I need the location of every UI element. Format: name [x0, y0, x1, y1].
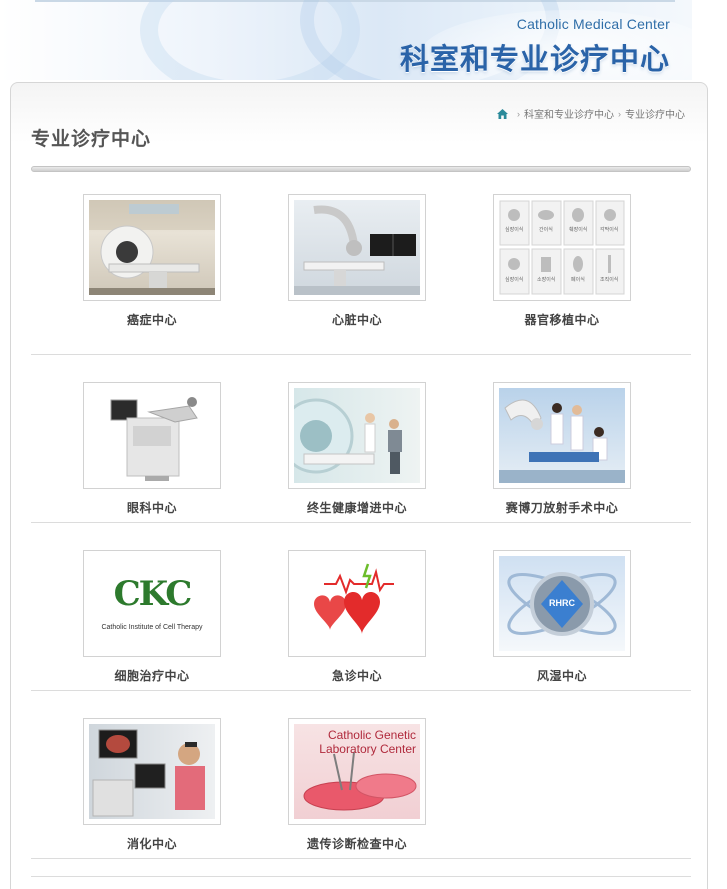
row-divider — [31, 858, 691, 859]
organ-transplant-image[interactable]: 심장이식 간이식 췌장이식 각막이식 심장이식 소장이식 폐이식 조직이식 — [493, 194, 631, 301]
genetic-title-line1: Catholic Genetic — [327, 728, 416, 742]
lifelong-health-image[interactable] — [288, 382, 426, 489]
cell-therapy-image[interactable]: CKC Catholic Institute of Cell Therapy — [83, 550, 221, 657]
center-card-genetic[interactable]: Catholic Genetic Laboratory Center 遗传诊断检… — [288, 718, 426, 852]
emergency-image[interactable] — [288, 550, 426, 657]
center-card-cyberknife[interactable]: 赛博刀放射手术中心 — [493, 382, 631, 516]
row-divider — [31, 876, 691, 877]
center-label[interactable]: 赛博刀放射手术中心 — [493, 499, 631, 516]
center-label[interactable]: 细胞治疗中心 — [83, 667, 221, 684]
content-panel: › 科室和专业诊疗中心 › 专业诊疗中心 专业诊疗中心 癌症中心 心脏中心 심장… — [10, 82, 708, 889]
genetic-lab-image[interactable]: Catholic Genetic Laboratory Center — [288, 718, 426, 825]
organ-tile-label: 소장이식 — [537, 277, 556, 283]
center-label[interactable]: 风湿中心 — [493, 667, 631, 684]
center-label[interactable]: 消化中心 — [83, 835, 221, 852]
banner-chinese-title: 科室和专业诊疗中心 — [399, 44, 670, 76]
row-divider — [31, 690, 691, 691]
center-card-heart[interactable]: 心脏中心 — [288, 194, 426, 328]
breadcrumb-current: 专业诊疗中心 — [625, 110, 685, 121]
center-label[interactable]: 器官移植中心 — [493, 311, 631, 328]
organ-tile-label: 각막이식 — [600, 227, 619, 233]
cicc-logo: CKC — [113, 574, 193, 614]
center-label[interactable]: 眼科中心 — [83, 499, 221, 516]
page-title: 专业诊疗中心 — [31, 129, 152, 150]
digestive-image[interactable] — [83, 718, 221, 825]
breadcrumb-link[interactable]: 科室和专业诊疗中心 — [524, 106, 614, 121]
heart-center-image[interactable] — [288, 194, 426, 301]
center-card-cancer[interactable]: 癌症中心 — [83, 194, 221, 328]
header-banner: Catholic Medical Center 科室和专业诊疗中心 — [0, 0, 692, 80]
ophthalmology-image[interactable] — [83, 382, 221, 489]
center-label[interactable]: 急诊中心 — [288, 667, 426, 684]
center-card-cell-therapy[interactable]: CKC Catholic Institute of Cell Therapy 细… — [83, 550, 221, 684]
cicc-caption: Catholic Institute of Cell Therapy — [101, 624, 203, 631]
rhrc-logo-text: RHRC — [549, 598, 575, 608]
row-divider — [31, 522, 691, 523]
center-label[interactable]: 终生健康增进中心 — [288, 499, 426, 516]
center-card-rheumatism[interactable]: RHRC 风湿中心 — [493, 550, 631, 684]
organ-tile-label: 폐이식 — [571, 277, 585, 283]
center-label[interactable]: 遗传诊断检查中心 — [288, 835, 426, 852]
center-card-ophthalmology[interactable]: 眼科中心 — [83, 382, 221, 516]
title-divider — [31, 166, 691, 172]
center-label[interactable]: 癌症中心 — [83, 311, 221, 328]
organ-tile-label: 조직이식 — [600, 277, 619, 283]
organ-tile-label: 심장이식 — [505, 227, 524, 233]
center-card-emergency[interactable]: 急诊中心 — [288, 550, 426, 684]
organ-tile-label: 심장이식 — [505, 277, 524, 283]
breadcrumb: › 科室和专业诊疗中心 › 专业诊疗中心 — [496, 106, 685, 121]
rheumatism-image[interactable]: RHRC — [493, 550, 631, 657]
center-label[interactable]: 心脏中心 — [288, 311, 426, 328]
row-divider — [31, 354, 691, 355]
center-card-digestive[interactable]: 消化中心 — [83, 718, 221, 852]
banner-english-title: Catholic Medical Center — [516, 16, 670, 32]
organ-tile-label: 췌장이식 — [569, 227, 588, 233]
center-card-organ-transplant[interactable]: 심장이식 간이식 췌장이식 각막이식 심장이식 소장이식 폐이식 조직이식 器官… — [493, 194, 631, 328]
cancer-center-image[interactable] — [83, 194, 221, 301]
organ-tile-label: 간이식 — [539, 227, 553, 233]
center-card-lifelong-health[interactable]: 终生健康增进中心 — [288, 382, 426, 516]
cyberknife-image[interactable] — [493, 382, 631, 489]
home-icon[interactable] — [496, 108, 509, 120]
genetic-title-line2: Laboratory Center — [319, 742, 416, 756]
